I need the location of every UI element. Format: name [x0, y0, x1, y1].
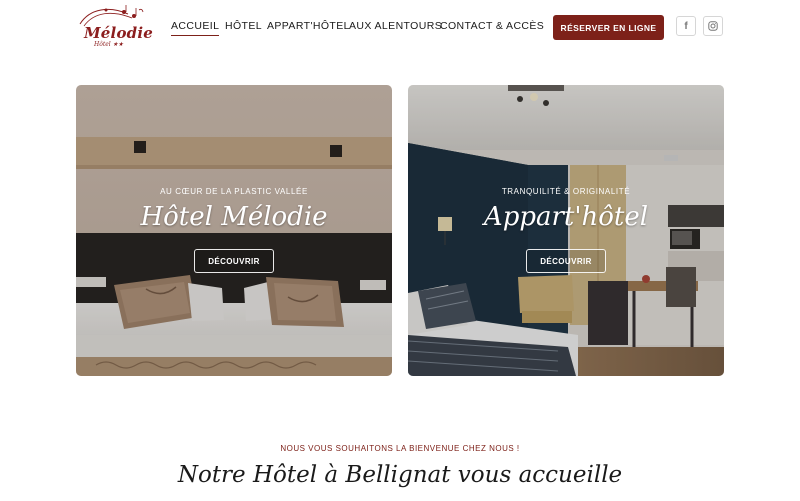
nav-item-aux-alentours[interactable]: AUX ALENTOURS: [349, 20, 442, 32]
welcome-title: Notre Hôtel à Bellignat vous accueille: [177, 462, 623, 488]
brand-subtitle: Hôtel ★★: [94, 41, 124, 48]
brand-name: Mélodie: [84, 24, 153, 42]
welcome-kicker: NOUS VOUS SOUHAITONS LA BIENVENUE CHEZ N…: [280, 444, 520, 453]
card-kicker: TRANQUILITÉ & ORIGINALITÉ: [501, 187, 631, 196]
discover-hotel-button[interactable]: DÉCOUVRIR: [194, 249, 274, 273]
nav-item-accueil[interactable]: ACCUEIL: [171, 20, 220, 36]
site-header: Mélodie Hôtel ★★ ACCUEIL HÔTEL APPART'HÔ…: [0, 0, 800, 55]
logo[interactable]: Mélodie Hôtel ★★: [76, 4, 153, 50]
nav-item-hotel[interactable]: HÔTEL: [225, 20, 262, 32]
nav-item-apparthotel[interactable]: APPART'HÔTEL: [267, 20, 350, 32]
apparthotel-card[interactable]: TRANQUILITÉ & ORIGINALITÉ Appart'hôtel D…: [408, 85, 724, 376]
card-kicker: AU CŒUR DE LA PLASTIC VALLÉE: [160, 187, 308, 196]
discover-apparthotel-button[interactable]: DÉCOUVRIR: [526, 249, 606, 273]
instagram-glyph: [708, 21, 718, 31]
facebook-icon[interactable]: f: [676, 16, 696, 36]
facebook-glyph: f: [684, 20, 688, 32]
hotel-card[interactable]: AU CŒUR DE LA PLASTIC VALLÉE Hôtel Mélod…: [76, 85, 392, 376]
nav-item-contact-acces[interactable]: CONTACT & ACCÈS: [440, 20, 544, 32]
card-title: Appart'hôtel: [483, 202, 649, 232]
book-online-button[interactable]: RÉSERVER EN LIGNE: [553, 15, 664, 40]
instagram-icon[interactable]: [703, 16, 723, 36]
card-title: Hôtel Mélodie: [140, 202, 328, 232]
